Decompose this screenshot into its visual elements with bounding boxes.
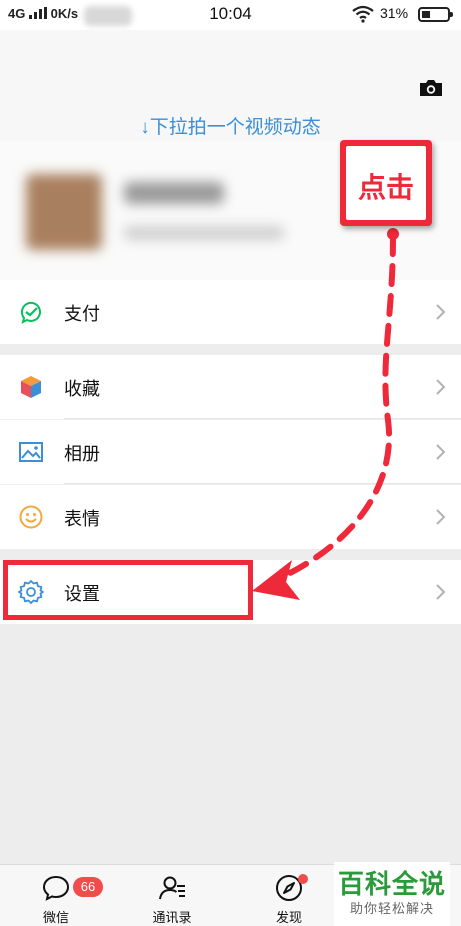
watermark-tagline: 助你轻松解决 bbox=[349, 901, 434, 916]
chat-bubble-icon bbox=[42, 875, 70, 901]
discover-red-dot bbox=[298, 874, 308, 884]
chevron-right-icon bbox=[436, 584, 446, 600]
pay-label: 支付 bbox=[64, 304, 100, 324]
tab-chats[interactable]: 66 微信 bbox=[11, 865, 103, 926]
tab-discover[interactable]: 发现 bbox=[244, 865, 334, 926]
pay-icon bbox=[20, 301, 41, 324]
tab-discover-label: 发现 bbox=[275, 910, 302, 925]
menu-item-album[interactable]: 相册 bbox=[0, 420, 461, 484]
battery-icon bbox=[418, 7, 453, 22]
tap-callout: 点击 bbox=[340, 140, 432, 226]
tap-callout-text: 点击 bbox=[357, 171, 414, 204]
smiley-face-icon bbox=[19, 505, 43, 529]
menu-item-pay[interactable]: 支付 bbox=[0, 280, 461, 344]
favorites-cube-icon bbox=[21, 376, 41, 398]
favorites-label: 收藏 bbox=[64, 379, 100, 399]
tab-contacts-label: 通讯录 bbox=[152, 910, 192, 925]
blurred-wechat-id bbox=[124, 226, 284, 240]
divider bbox=[64, 418, 461, 419]
blurred-nickname bbox=[124, 182, 224, 204]
menu-item-favorites[interactable]: 收藏 bbox=[0, 355, 461, 419]
avatar[interactable] bbox=[26, 174, 102, 250]
chevron-right-icon bbox=[436, 304, 446, 320]
menu-item-stickers[interactable]: 表情 bbox=[0, 485, 461, 549]
tab-chats-label: 微信 bbox=[42, 910, 69, 925]
chevron-right-icon bbox=[436, 444, 446, 460]
stickers-label: 表情 bbox=[64, 509, 100, 529]
album-label: 相册 bbox=[64, 444, 100, 464]
menu-item-settings[interactable]: 设置 bbox=[0, 560, 461, 624]
divider bbox=[64, 483, 461, 484]
tab-contacts[interactable]: 通讯录 bbox=[127, 865, 217, 926]
watermark-logo: 百科全说 助你轻松解决 bbox=[334, 862, 450, 926]
wifi-icon bbox=[352, 5, 374, 23]
chevron-right-icon bbox=[436, 509, 446, 525]
unread-badge: 66 bbox=[73, 877, 103, 897]
watermark-name: 百科全说 bbox=[337, 869, 446, 899]
pull-down-video-hint[interactable]: ↓下拉拍一个视频动态 bbox=[0, 112, 461, 139]
album-picture-icon bbox=[19, 442, 43, 462]
battery-percent: 31% bbox=[380, 5, 409, 21]
contacts-icon bbox=[159, 876, 185, 900]
settings-label: 设置 bbox=[64, 584, 100, 604]
gear-icon bbox=[18, 580, 44, 604]
status-bar: 4G 0K/s 10:04 31% bbox=[0, 0, 461, 30]
chevron-right-icon bbox=[436, 379, 446, 395]
camera-icon[interactable] bbox=[418, 78, 444, 98]
